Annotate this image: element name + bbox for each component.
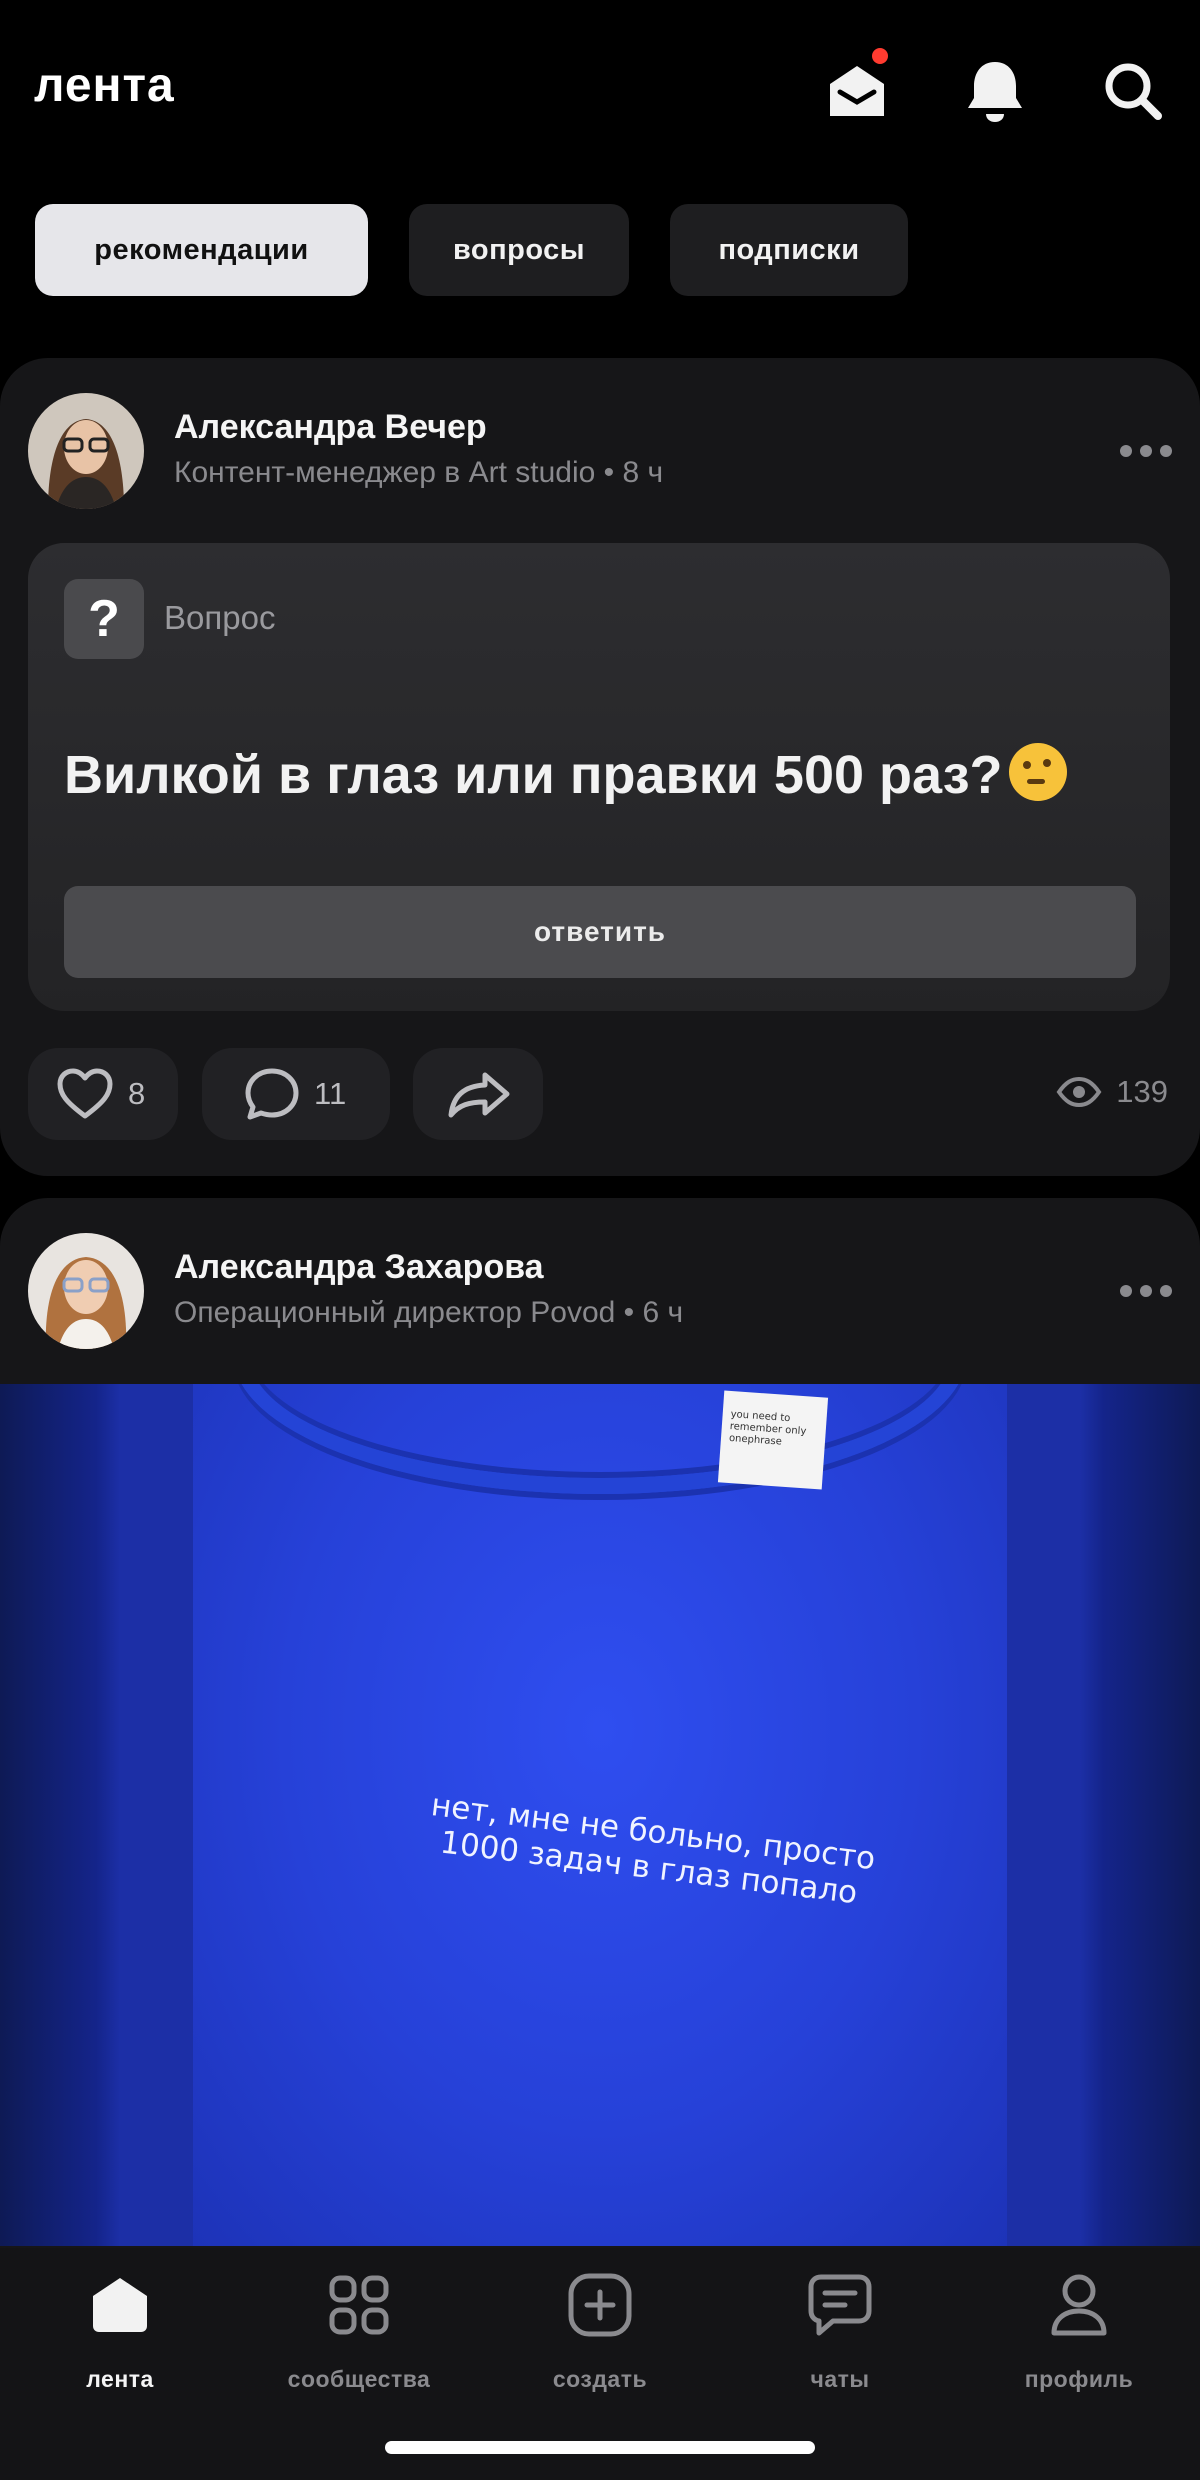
profile-icon [1051, 2274, 1107, 2336]
notification-dot [872, 48, 888, 64]
nav-item-create[interactable]: создать [500, 2270, 700, 2430]
home-indicator [385, 2441, 815, 2454]
author-meta: Контент-менеджер в Art studio • 8 ч [174, 456, 664, 489]
comment-count: 11 [314, 1076, 347, 1111]
search-icon[interactable] [1098, 56, 1168, 126]
tshirt-print-text: нет, мне не больно, просто 1000 задач в … [429, 1787, 878, 1912]
grid-icon [329, 2275, 389, 2335]
mail-icon[interactable] [822, 48, 892, 126]
bell-icon[interactable] [960, 56, 1030, 126]
like-button[interactable]: 8 [28, 1048, 178, 1140]
clothing-tag: you need to remember only onephrase [717, 1390, 829, 1490]
eye-icon [1056, 1077, 1102, 1107]
nav-item-chats[interactable]: чаты [740, 2270, 940, 2430]
nav-item-communities[interactable]: сообщества [259, 2270, 459, 2430]
post-card: Александра Вечер Контент-менеджер в Art … [0, 358, 1200, 1176]
nav-label: лента [86, 2366, 154, 2392]
tab-subscriptions[interactable]: подписки [670, 204, 908, 296]
comment-button[interactable]: 11 [202, 1048, 390, 1140]
avatar[interactable] [28, 1233, 144, 1349]
nav-label: сообщества [287, 2366, 431, 2392]
question-mark-icon: ? [64, 579, 144, 659]
app-title: лента [34, 59, 175, 112]
thinking-face-icon [1008, 743, 1067, 801]
more-options-icon[interactable] [1120, 1281, 1172, 1301]
post-image[interactable]: you need to remember only onephrase нет,… [0, 1384, 1200, 2246]
share-icon [448, 1072, 510, 1118]
views-counter: 139 [1056, 1074, 1168, 1110]
chat-icon [808, 2274, 872, 2336]
comment-icon [245, 1068, 299, 1120]
tshirt-collar [233, 1384, 967, 1494]
question-label: Вопрос [164, 599, 276, 636]
question-block[interactable]: ? Вопрос Вилкой в глаз или правки 500 ра… [28, 543, 1170, 1011]
author-meta: Операционный директор Povod • 6 ч [174, 1296, 684, 1329]
question-text: Вилкой в глаз или правки 500 раз? [64, 743, 1067, 806]
answer-button[interactable]: ответить [64, 886, 1136, 978]
author-name[interactable]: Александра Вечер [174, 408, 487, 447]
nav-label: чаты [810, 2366, 870, 2392]
avatar[interactable] [28, 393, 144, 509]
like-count: 8 [128, 1076, 146, 1111]
nav-item-feed[interactable]: лента [20, 2270, 220, 2430]
nav-label: создать [552, 2366, 648, 2392]
tshirt-photo: you need to remember only onephrase нет,… [193, 1384, 1007, 2246]
tab-questions[interactable]: вопросы [409, 204, 629, 296]
nav-item-profile[interactable]: профиль [979, 2270, 1179, 2430]
heart-icon [57, 1068, 113, 1119]
home-icon [93, 2278, 147, 2332]
tab-recommendations[interactable]: рекомендации [35, 204, 368, 296]
plus-square-icon [568, 2273, 632, 2337]
nav-label: профиль [1024, 2366, 1134, 2392]
author-name[interactable]: Александра Захарова [174, 1248, 544, 1287]
views-count: 139 [1116, 1074, 1168, 1109]
share-button[interactable] [413, 1048, 543, 1140]
more-options-icon[interactable] [1120, 441, 1172, 461]
